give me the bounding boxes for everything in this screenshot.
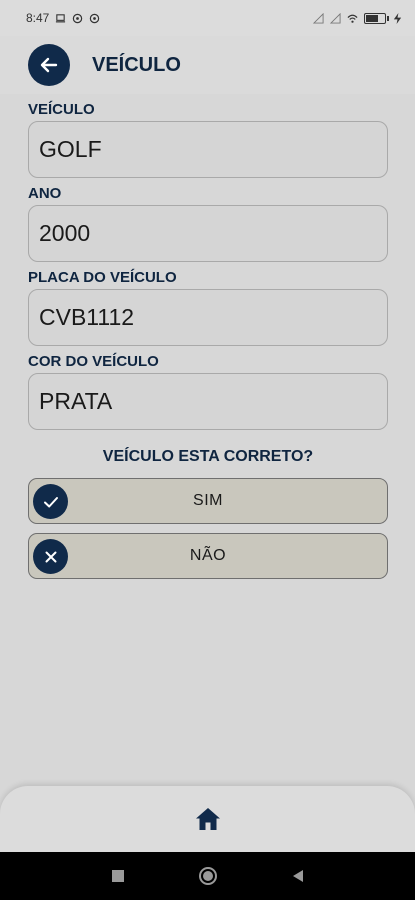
system-home-button[interactable] <box>198 866 218 886</box>
year-field[interactable] <box>28 205 388 262</box>
plate-label: PLACA DO VEÍCULO <box>28 269 177 286</box>
system-back-button[interactable] <box>288 866 308 886</box>
confirmation-question: VEÍCULO ESTA CORRETO? <box>102 448 314 465</box>
status-right <box>313 12 403 24</box>
wifi-icon <box>347 14 358 23</box>
home-button[interactable] <box>188 799 228 839</box>
close-icon <box>33 539 68 574</box>
check-icon <box>33 484 68 519</box>
app-header: VEÍCULO <box>0 36 415 94</box>
battery-icon <box>364 12 389 24</box>
color-label: COR DO VEÍCULO <box>28 353 159 370</box>
vehicle-label: VEÍCULO <box>28 101 95 118</box>
laptop-icon <box>56 13 66 22</box>
color-field[interactable] <box>28 373 388 430</box>
signal-icon-2 <box>330 12 341 24</box>
plate-field[interactable] <box>28 289 388 346</box>
page-title: VEÍCULO <box>92 53 181 76</box>
status-bar: 8:47 <box>0 0 415 36</box>
vehicle-form: VEÍCULO ANO PLACA DO VEÍCULO COR DO VEÍC… <box>28 94 388 588</box>
home-icon <box>195 808 220 830</box>
year-label: ANO <box>28 185 62 202</box>
recents-button[interactable] <box>108 866 128 886</box>
no-button-label: NÃO <box>189 547 227 564</box>
triangle-back-icon <box>292 870 303 882</box>
back-button[interactable] <box>28 44 70 86</box>
no-button[interactable]: NÃO <box>28 533 388 579</box>
arrow-left-icon <box>40 57 58 73</box>
status-time: 8:47 <box>26 11 50 25</box>
yes-button-label: SIM <box>193 492 223 509</box>
notification-icon <box>73 13 83 23</box>
circle-icon <box>198 867 217 885</box>
status-left: 8:47 <box>26 11 100 25</box>
system-nav-bar <box>0 852 415 900</box>
signal-icon <box>313 12 324 24</box>
notification-icon-2 <box>90 13 100 23</box>
yes-button[interactable]: SIM <box>28 478 388 524</box>
vehicle-field[interactable] <box>28 121 388 178</box>
charging-icon <box>393 12 402 24</box>
bottom-nav <box>0 786 415 852</box>
square-icon <box>111 870 124 882</box>
